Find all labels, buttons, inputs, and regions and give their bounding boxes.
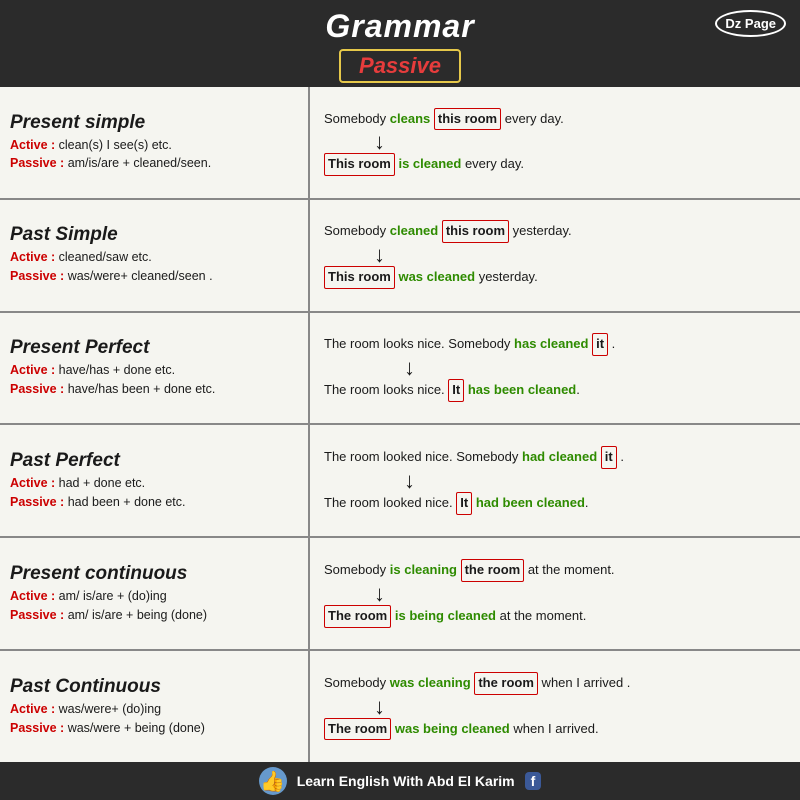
present-simple-ex2: This room is cleaned every day. (324, 153, 790, 176)
past-perfect-active: Active : had + done etc. (10, 474, 300, 493)
past-simple-active: Active : cleaned/saw etc. (10, 248, 300, 267)
present-continuous-left: Present continuous Active : am/ is/are +… (0, 538, 310, 649)
content: Present simple Active : clean(s) I see(s… (0, 87, 800, 762)
dz-badge: Dz Page (715, 10, 786, 37)
present-simple-ex1: Somebody cleans this room every day. (324, 108, 790, 131)
past-simple-passive: Passive : was/were+ cleaned/seen . (10, 267, 300, 286)
present-perfect-active: Active : have/has + done etc. (10, 361, 300, 380)
present-perfect-title: Present Perfect (10, 337, 300, 359)
present-perfect-right: The room looks nice. Somebody has cleane… (310, 313, 800, 424)
passive-badge-text: Passive (359, 53, 441, 78)
footer-text: Learn English With Abd El Karim (297, 773, 515, 789)
thumbs-up-icon: 👍 (259, 767, 287, 795)
present-continuous-title: Present continuous (10, 563, 300, 585)
present-perfect-row: Present Perfect Active : have/has + done… (0, 313, 800, 426)
arrow-down-6: ↓ (374, 696, 790, 718)
arrow-down-2: ↓ (374, 244, 790, 266)
header-title: Grammar (0, 8, 800, 45)
arrow-down-3: ↓ (404, 357, 790, 379)
present-continuous-right: Somebody is cleaning the room at the mom… (310, 538, 800, 649)
past-simple-right: Somebody cleaned this room yesterday. ↓ … (310, 200, 800, 311)
present-perfect-left: Present Perfect Active : have/has + done… (0, 313, 310, 424)
facebook-icon: f (525, 772, 542, 790)
past-simple-ex1: Somebody cleaned this room yesterday. (324, 220, 790, 243)
page: Grammar Passive Dz Page Present simple A… (0, 0, 800, 800)
present-simple-left: Present simple Active : clean(s) I see(s… (0, 87, 310, 198)
present-continuous-ex1: Somebody is cleaning the room at the mom… (324, 559, 790, 582)
past-perfect-right: The room looked nice. Somebody had clean… (310, 425, 800, 536)
present-continuous-row: Present continuous Active : am/ is/are +… (0, 538, 800, 651)
footer: 👍 Learn English With Abd El Karim f (0, 762, 800, 800)
present-simple-right: Somebody cleans this room every day. ↓ T… (310, 87, 800, 198)
present-continuous-ex2: The room is being cleaned at the moment. (324, 605, 790, 628)
header: Grammar Passive Dz Page (0, 0, 800, 87)
present-continuous-passive: Passive : am/ is/are + being (done) (10, 606, 300, 625)
present-perfect-passive: Passive : have/has been + done etc. (10, 380, 300, 399)
past-perfect-passive: Passive : had been + done etc. (10, 493, 300, 512)
past-continuous-right: Somebody was cleaning the room when I ar… (310, 651, 800, 762)
arrow-down-4: ↓ (404, 470, 790, 492)
present-simple-active: Active : clean(s) I see(s) etc. (10, 136, 300, 155)
past-simple-ex2: This room was cleaned yesterday. (324, 266, 790, 289)
present-simple-title: Present simple (10, 112, 300, 134)
past-simple-left: Past Simple Active : cleaned/saw etc. Pa… (0, 200, 310, 311)
past-continuous-ex2: The room was being cleaned when I arrive… (324, 718, 790, 741)
past-continuous-row: Past Continuous Active : was/were+ (do)i… (0, 651, 800, 762)
passive-badge: Passive (339, 49, 461, 83)
past-continuous-ex1: Somebody was cleaning the room when I ar… (324, 672, 790, 695)
past-simple-title: Past Simple (10, 224, 300, 246)
past-perfect-ex1: The room looked nice. Somebody had clean… (324, 446, 790, 469)
past-simple-row: Past Simple Active : cleaned/saw etc. Pa… (0, 200, 800, 313)
arrow-down-5: ↓ (374, 583, 790, 605)
present-simple-passive: Passive : am/is/are + cleaned/seen. (10, 154, 300, 173)
past-continuous-active: Active : was/were+ (do)ing (10, 700, 300, 719)
present-perfect-ex2: The room looks nice. It has been cleaned… (324, 379, 790, 402)
arrow-down-1: ↓ (374, 131, 790, 153)
past-perfect-ex2: The room looked nice. It had been cleane… (324, 492, 790, 515)
past-continuous-left: Past Continuous Active : was/were+ (do)i… (0, 651, 310, 762)
past-perfect-title: Past Perfect (10, 450, 300, 472)
past-perfect-left: Past Perfect Active : had + done etc. Pa… (0, 425, 310, 536)
past-continuous-title: Past Continuous (10, 676, 300, 698)
present-simple-row: Present simple Active : clean(s) I see(s… (0, 87, 800, 200)
past-continuous-passive: Passive : was/were + being (done) (10, 719, 300, 738)
past-perfect-row: Past Perfect Active : had + done etc. Pa… (0, 425, 800, 538)
present-continuous-active: Active : am/ is/are + (do)ing (10, 587, 300, 606)
present-perfect-ex1: The room looks nice. Somebody has cleane… (324, 333, 790, 356)
